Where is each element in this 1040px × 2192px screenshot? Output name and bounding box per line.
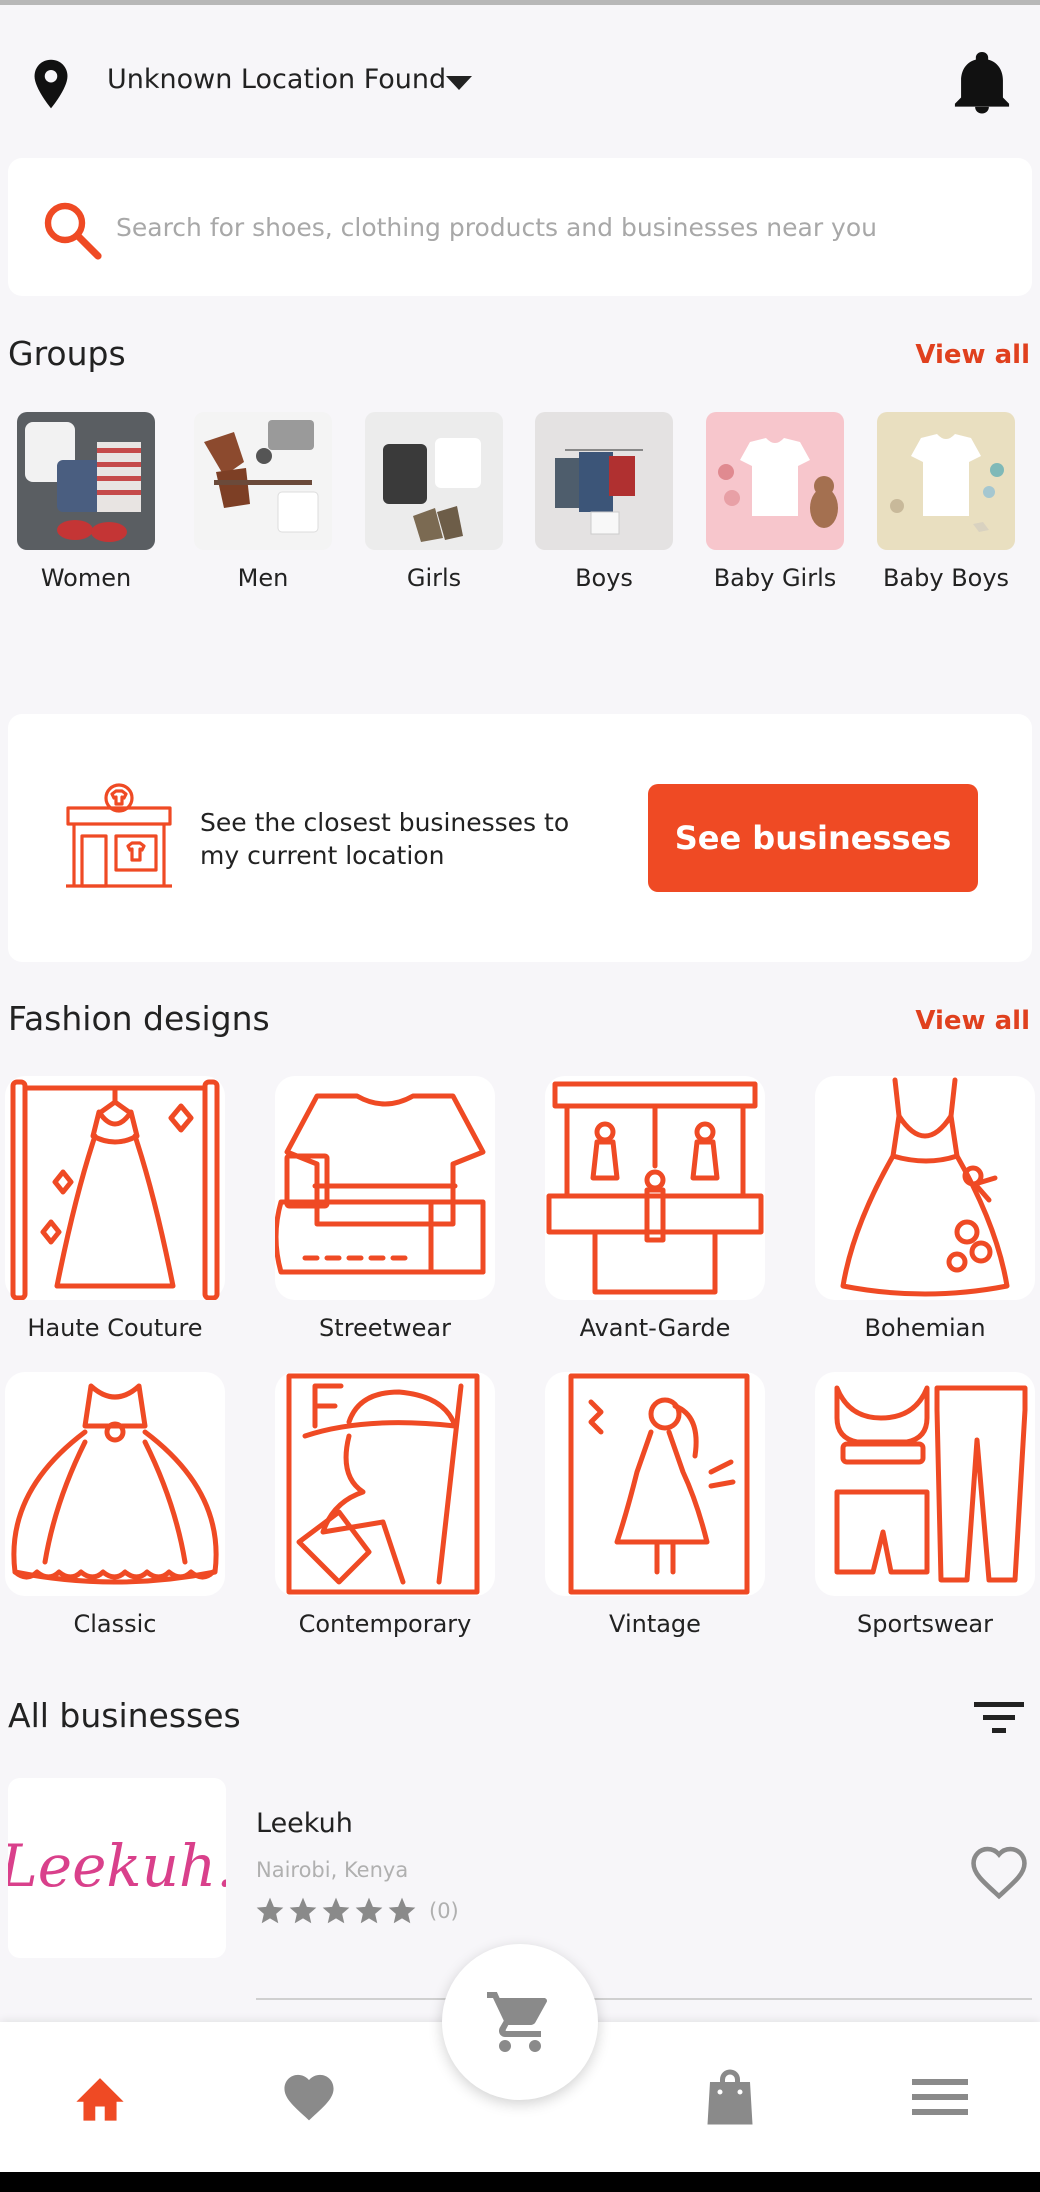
sportswear-icon [815, 1372, 1035, 1596]
design-sportswear[interactable]: Sportswear [801, 1372, 1040, 1638]
location-label[interactable]: Unknown Location Found [107, 64, 446, 95]
avant-garde-icon [545, 1076, 765, 1300]
group-label: Baby Boys [882, 564, 1010, 592]
design-vintage[interactable]: Vintage [531, 1372, 779, 1638]
all-businesses-title: All businesses [8, 1696, 241, 1735]
haute-couture-icon [5, 1076, 225, 1301]
classic-icon [5, 1372, 225, 1596]
chevron-down-icon[interactable] [444, 74, 474, 92]
nav-home[interactable] [40, 2022, 160, 2172]
design-label: Contemporary [298, 1610, 472, 1638]
nav-favorites[interactable] [249, 2022, 369, 2172]
design-label: Bohemian [864, 1314, 986, 1342]
business-logo: Leekuh. [0, 1778, 235, 1958]
promo-text: See the closest businesses to my current… [200, 808, 570, 870]
home-icon [76, 2078, 124, 2121]
star-icon [256, 1897, 284, 1924]
vintage-icon [545, 1372, 765, 1596]
group-men[interactable]: Men [183, 412, 343, 592]
business-logo-text: Leekuh. [8, 1832, 226, 1900]
group-baby-boys[interactable]: Baby Boys [866, 412, 1026, 592]
group-label: Boys [575, 564, 633, 592]
business-rating: (0) [254, 1894, 459, 1928]
design-haute-couture[interactable]: Haute Couture [0, 1076, 239, 1342]
notification-bell-icon[interactable] [952, 52, 1012, 116]
see-businesses-button[interactable]: See businesses [648, 784, 978, 892]
star-icon [355, 1897, 383, 1924]
star-icon [289, 1897, 317, 1924]
business-name: Leekuh [256, 1808, 353, 1839]
divider [256, 1998, 1032, 2000]
menu-icon [912, 2079, 968, 2115]
nav-orders[interactable] [670, 2022, 790, 2172]
fashion-designs-title: Fashion designs [8, 999, 270, 1038]
storefront-icon [66, 783, 172, 888]
design-label: Streetwear [319, 1314, 451, 1342]
star-icon [388, 1897, 416, 1924]
cart-icon [487, 1992, 547, 2052]
streetwear-icon [273, 1076, 495, 1300]
design-streetwear[interactable]: Streetwear [261, 1076, 509, 1342]
shopping-bag-icon [707, 2069, 753, 2125]
group-women[interactable]: Women [6, 412, 166, 592]
group-boys[interactable]: Boys [524, 412, 684, 592]
design-classic[interactable]: Classic [0, 1372, 239, 1638]
group-girls-image [365, 412, 503, 550]
location-pin-icon [34, 59, 68, 109]
filter-icon[interactable] [974, 1700, 1024, 1736]
design-contemporary[interactable]: Contemporary [261, 1372, 509, 1638]
group-baby-girls[interactable]: Baby Girls [695, 412, 855, 592]
group-women-image [17, 412, 155, 550]
design-label: Sportswear [857, 1610, 993, 1638]
location-bar: Unknown Location Found [0, 40, 1040, 124]
design-label: Vintage [609, 1610, 701, 1638]
search-bar[interactable] [8, 158, 1032, 296]
favorite-heart-icon[interactable] [968, 1844, 1030, 1900]
group-label: Men [237, 564, 289, 592]
group-label: Baby Girls [713, 564, 837, 592]
nav-menu[interactable] [880, 2022, 1000, 2172]
design-label: Classic [73, 1610, 157, 1638]
group-girls[interactable]: Girls [354, 412, 514, 592]
contemporary-icon [275, 1372, 495, 1596]
rating-count: (0) [429, 1899, 459, 1923]
heart-icon [284, 2074, 334, 2121]
design-bohemian[interactable]: Bohemian [801, 1076, 1040, 1342]
bohemian-icon [815, 1076, 1035, 1300]
cart-button[interactable] [442, 1944, 598, 2100]
business-location: Nairobi, Kenya [256, 1858, 409, 1882]
design-avant-garde[interactable]: Avant-Garde [531, 1076, 779, 1342]
fashion-designs-view-all-link[interactable]: View all [915, 1006, 1030, 1036]
status-line [0, 0, 1040, 5]
group-baby-girls-image [706, 412, 844, 550]
groups-title: Groups [8, 334, 126, 373]
group-label: Girls [406, 564, 462, 592]
groups-view-all-link[interactable]: View all [915, 340, 1030, 370]
group-men-image [194, 412, 332, 550]
search-input[interactable] [116, 194, 996, 260]
group-baby-boys-image [877, 412, 1015, 550]
search-icon [44, 202, 102, 260]
group-boys-image [535, 412, 673, 550]
group-label: Women [40, 564, 132, 592]
system-navigation-bar [0, 2172, 1040, 2192]
nearby-businesses-card: See the closest businesses to my current… [8, 714, 1032, 962]
star-icon [322, 1897, 350, 1924]
design-label: Avant-Garde [579, 1314, 731, 1342]
design-label: Haute Couture [27, 1314, 203, 1342]
